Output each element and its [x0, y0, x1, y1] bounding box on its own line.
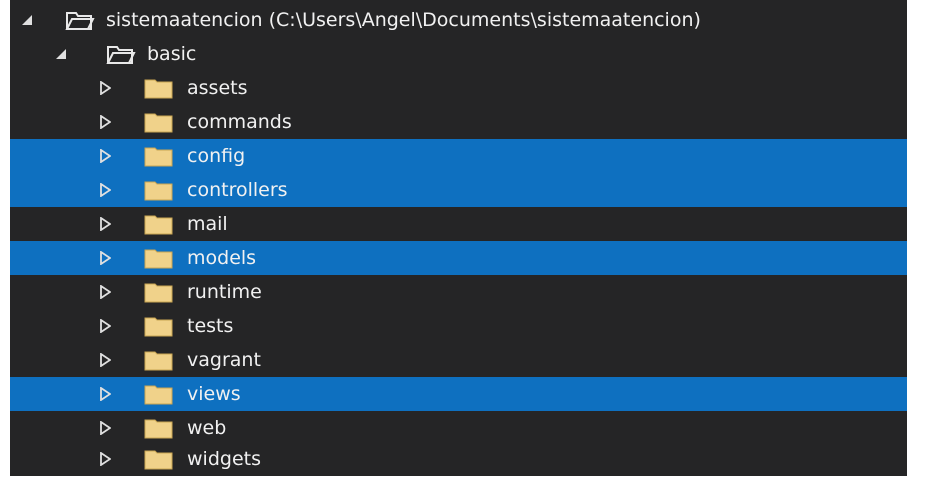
folder-label: commands [187, 111, 292, 133]
solution-explorer-tree: sistemaatencion (C:\Users\Angel\Document… [10, 0, 907, 476]
tree-row-basic[interactable]: basic [10, 37, 907, 71]
folder-icon [144, 317, 173, 337]
folder-icon [144, 147, 173, 167]
folder-label: web [187, 417, 227, 439]
expanded-arrow-icon[interactable] [54, 47, 68, 61]
collapsed-arrow-icon[interactable] [98, 319, 112, 333]
open-folder-icon [65, 12, 95, 30]
folder-label: controllers [187, 179, 288, 201]
folder-icon [144, 385, 173, 405]
tree-row-folder[interactable]: assets [10, 71, 907, 105]
collapsed-arrow-icon[interactable] [98, 353, 112, 367]
folder-icon [144, 283, 173, 303]
tree-row-folder[interactable]: mail [10, 207, 907, 241]
collapsed-arrow-icon[interactable] [98, 217, 112, 231]
folder-icon [144, 450, 173, 470]
tree-row-folder[interactable]: tests [10, 309, 907, 343]
tree-basic-label: basic [147, 43, 197, 65]
folder-label: config [187, 145, 246, 167]
folder-icon [144, 249, 173, 269]
folder-icon [144, 351, 173, 371]
collapsed-arrow-icon[interactable] [98, 421, 112, 435]
folder-icon [144, 215, 173, 235]
folder-label: runtime [187, 281, 262, 303]
folder-label: models [187, 247, 257, 269]
collapsed-arrow-icon[interactable] [98, 285, 112, 299]
collapsed-arrow-icon[interactable] [98, 149, 112, 163]
open-folder-icon [106, 46, 136, 64]
tree-row-folder[interactable]: web [10, 411, 907, 445]
tree-row-folder[interactable]: widgets [10, 442, 907, 476]
tree-row-folder[interactable]: vagrant [10, 343, 907, 377]
collapsed-arrow-icon[interactable] [98, 183, 112, 197]
collapsed-arrow-icon[interactable] [98, 452, 112, 466]
folder-icon [144, 419, 173, 439]
tree-row-folder[interactable]: runtime [10, 275, 907, 309]
tree-row-folder-selected[interactable]: config [10, 139, 907, 173]
tree-root-label: sistemaatencion (C:\Users\Angel\Document… [106, 9, 701, 31]
expanded-arrow-icon[interactable] [20, 13, 34, 27]
tree-row-folder-selected[interactable]: models [10, 241, 907, 275]
folder-label: vagrant [187, 349, 261, 371]
folder-label: assets [187, 77, 248, 99]
folder-icon [144, 79, 173, 99]
tree-row-folder[interactable]: commands [10, 105, 907, 139]
folder-icon [144, 113, 173, 133]
folder-label: views [187, 383, 241, 405]
collapsed-arrow-icon[interactable] [98, 387, 112, 401]
folder-label: mail [187, 213, 228, 235]
tree-row-root[interactable]: sistemaatencion (C:\Users\Angel\Document… [10, 3, 907, 37]
folder-icon [144, 181, 173, 201]
collapsed-arrow-icon[interactable] [98, 81, 112, 95]
tree-row-folder-selected[interactable]: views [10, 377, 907, 411]
collapsed-arrow-icon[interactable] [98, 251, 112, 265]
folder-label: widgets [187, 448, 261, 470]
tree-row-folder-selected[interactable]: controllers [10, 173, 907, 207]
collapsed-arrow-icon[interactable] [98, 115, 112, 129]
folder-label: tests [187, 315, 234, 337]
